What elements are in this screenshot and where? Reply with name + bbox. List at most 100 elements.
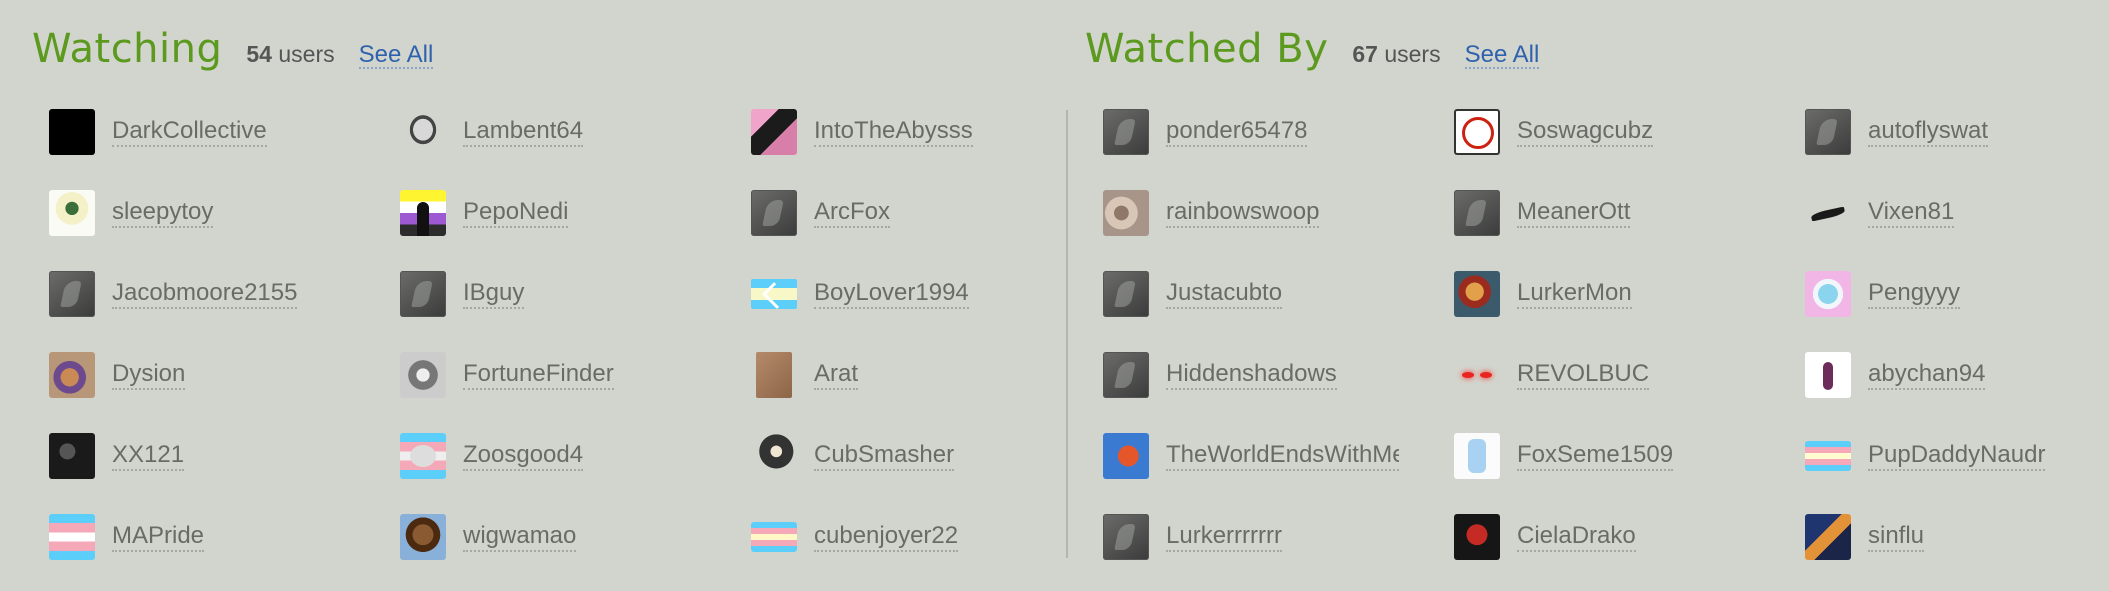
user-avatar[interactable] xyxy=(1454,514,1500,560)
user-item[interactable]: autoflyswat xyxy=(1805,107,1989,157)
user-item[interactable]: Justacubto xyxy=(1103,269,1283,319)
user-avatar[interactable] xyxy=(49,109,95,155)
user-name-link[interactable]: ArcFox xyxy=(814,198,891,228)
user-item[interactable]: Lambent64 xyxy=(400,107,584,157)
user-item[interactable]: Dysion xyxy=(49,350,186,400)
user-avatar[interactable] xyxy=(1103,352,1149,398)
user-item[interactable]: rainbowswoop xyxy=(1103,188,1320,238)
user-name-link[interactable]: DarkCollective xyxy=(112,117,267,147)
user-item[interactable]: PepoNedi xyxy=(400,188,569,238)
user-name-link[interactable]: Zoosgood4 xyxy=(463,441,584,471)
user-item[interactable]: abychan94 xyxy=(1805,350,1986,400)
user-name-link[interactable]: Vixen81 xyxy=(1868,198,1955,228)
user-avatar[interactable] xyxy=(1805,109,1851,155)
user-item[interactable]: REVOLBUC xyxy=(1454,350,1650,400)
user-avatar[interactable] xyxy=(400,352,446,398)
user-name-link[interactable]: FortuneFinder xyxy=(463,360,614,390)
user-item[interactable]: cubenjoyer22 xyxy=(751,512,959,562)
user-avatar[interactable] xyxy=(1805,514,1851,560)
user-avatar[interactable] xyxy=(400,109,446,155)
user-avatar[interactable] xyxy=(1103,190,1149,236)
user-avatar[interactable] xyxy=(1454,352,1500,398)
user-item[interactable]: BoyLover1994 xyxy=(751,269,969,319)
user-name-link[interactable]: IntoTheAbysss xyxy=(814,117,973,147)
user-item[interactable]: LurkerMon xyxy=(1454,269,1632,319)
user-item[interactable]: FortuneFinder xyxy=(400,350,614,400)
user-avatar[interactable] xyxy=(1103,433,1149,479)
user-name-link[interactable]: MeanerOtt xyxy=(1517,198,1631,228)
user-name-link[interactable]: abychan94 xyxy=(1868,360,1986,390)
user-name-link[interactable]: FoxSeme1509 xyxy=(1517,441,1674,471)
user-avatar[interactable] xyxy=(1805,441,1851,471)
user-avatar[interactable] xyxy=(751,433,797,479)
user-item[interactable]: IBguy xyxy=(400,269,525,319)
user-item[interactable]: Hiddenshadows xyxy=(1103,350,1337,400)
user-name-link[interactable]: wigwamao xyxy=(463,522,577,552)
user-name-link[interactable]: Soswagcubz xyxy=(1517,117,1654,147)
user-avatar[interactable] xyxy=(49,352,95,398)
user-item[interactable]: Lurkerrrrrrr xyxy=(1103,512,1282,562)
user-name-link[interactable]: Dysion xyxy=(112,360,186,390)
user-item[interactable]: IntoTheAbysss xyxy=(751,107,973,157)
user-name-link[interactable]: IBguy xyxy=(463,279,525,309)
user-name-link[interactable]: ponder65478 xyxy=(1166,117,1308,147)
user-name-link[interactable]: CubSmasher xyxy=(814,441,955,471)
user-avatar[interactable] xyxy=(1103,109,1149,155)
user-name-link[interactable]: Lurkerrrrrrr xyxy=(1166,522,1282,552)
user-avatar[interactable] xyxy=(1103,271,1149,317)
watching-see-all-link[interactable]: See All xyxy=(358,42,434,70)
user-avatar[interactable] xyxy=(1454,433,1500,479)
user-item[interactable]: wigwamao xyxy=(400,512,577,562)
user-item[interactable]: MeanerOtt xyxy=(1454,188,1631,238)
user-avatar[interactable] xyxy=(756,352,792,398)
user-avatar[interactable] xyxy=(400,190,446,236)
user-name-link[interactable]: PupDaddyNaudr xyxy=(1868,441,2046,471)
user-name-link[interactable]: Justacubto xyxy=(1166,279,1283,309)
user-name-link[interactable]: REVOLBUC xyxy=(1517,360,1650,390)
user-item[interactable]: ponder65478 xyxy=(1103,107,1308,157)
user-name-link[interactable]: Hiddenshadows xyxy=(1166,360,1337,390)
user-avatar[interactable] xyxy=(751,279,797,309)
user-name-link[interactable]: Pengyyy xyxy=(1868,279,1961,309)
user-name-link[interactable]: autoflyswat xyxy=(1868,117,1989,147)
user-item[interactable]: Jacobmoore2155 xyxy=(49,269,298,319)
user-name-link[interactable]: Arat xyxy=(814,360,859,390)
user-name-link[interactable]: sinflu xyxy=(1868,522,1925,552)
watched-by-see-all-link[interactable]: See All xyxy=(1464,42,1540,70)
user-item[interactable]: Soswagcubz xyxy=(1454,107,1654,157)
user-avatar[interactable] xyxy=(49,190,95,236)
user-avatar[interactable] xyxy=(751,190,797,236)
user-name-link[interactable]: TheWorldEndsWithMe xyxy=(1166,441,1399,471)
user-item[interactable]: Arat xyxy=(751,350,859,400)
user-name-link[interactable]: Lambent64 xyxy=(463,117,584,147)
user-item[interactable]: CubSmasher xyxy=(751,431,955,481)
user-name-link[interactable]: BoyLover1994 xyxy=(814,279,969,309)
user-item[interactable]: PupDaddyNaudr xyxy=(1805,431,2046,481)
user-name-link[interactable]: cubenjoyer22 xyxy=(814,522,959,552)
user-avatar[interactable] xyxy=(1805,190,1851,236)
user-avatar[interactable] xyxy=(49,433,95,479)
user-item[interactable]: ArcFox xyxy=(751,188,891,238)
user-avatar[interactable] xyxy=(49,514,95,560)
user-name-link[interactable]: XX121 xyxy=(112,441,185,471)
user-name-link[interactable]: Jacobmoore2155 xyxy=(112,279,298,309)
user-avatar[interactable] xyxy=(1454,271,1500,317)
user-avatar[interactable] xyxy=(1805,352,1851,398)
user-item[interactable]: Vixen81 xyxy=(1805,188,1955,238)
user-item[interactable]: MAPride xyxy=(49,512,205,562)
user-avatar[interactable] xyxy=(1454,190,1500,236)
user-item[interactable]: CielaDrako xyxy=(1454,512,1636,562)
user-avatar[interactable] xyxy=(1103,514,1149,560)
user-avatar[interactable] xyxy=(49,271,95,317)
user-item[interactable]: Pengyyy xyxy=(1805,269,1961,319)
user-item[interactable]: sleepytoy xyxy=(49,188,214,238)
user-item[interactable]: Zoosgood4 xyxy=(400,431,584,481)
user-avatar[interactable] xyxy=(751,522,797,552)
user-avatar[interactable] xyxy=(1454,109,1500,155)
user-item[interactable]: sinflu xyxy=(1805,512,1925,562)
user-name-link[interactable]: CielaDrako xyxy=(1517,522,1636,552)
user-item[interactable]: XX121 xyxy=(49,431,185,481)
user-name-link[interactable]: LurkerMon xyxy=(1517,279,1632,309)
user-name-link[interactable]: rainbowswoop xyxy=(1166,198,1320,228)
user-avatar[interactable] xyxy=(400,514,446,560)
